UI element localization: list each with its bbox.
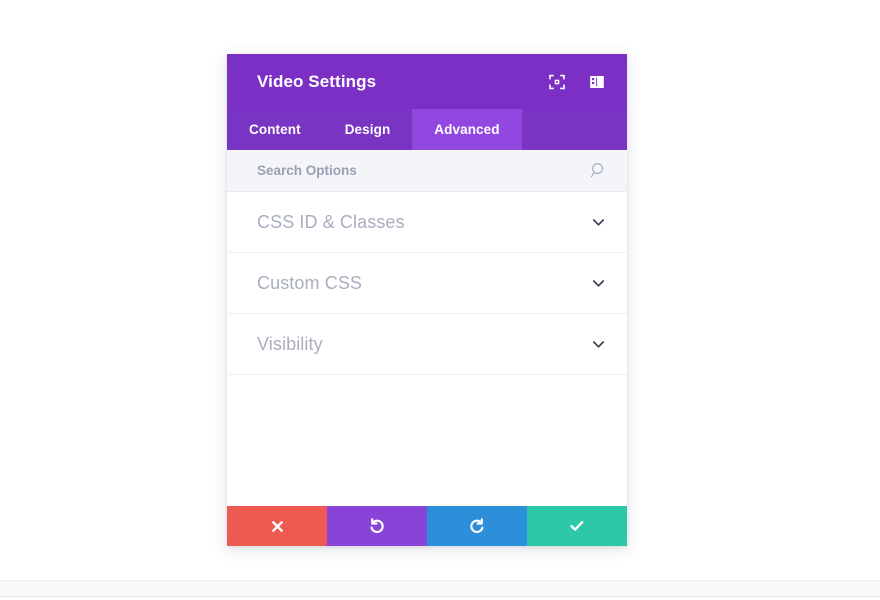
redo-arrow-icon bbox=[468, 517, 486, 535]
layout-panel-icon bbox=[589, 74, 605, 90]
undo-button[interactable] bbox=[327, 506, 427, 546]
modal-footer bbox=[227, 506, 627, 546]
cancel-button[interactable] bbox=[227, 506, 327, 546]
section-visibility[interactable]: Visibility bbox=[227, 314, 627, 375]
video-settings-modal: Video Settings Content Design Advanced S… bbox=[227, 54, 627, 546]
section-label: Custom CSS bbox=[257, 272, 363, 293]
page-title: Video Settings bbox=[257, 71, 377, 91]
undo-arrow-icon bbox=[368, 517, 386, 535]
page-bottom-strip bbox=[0, 580, 880, 597]
search-icon[interactable] bbox=[589, 162, 607, 180]
layout-panel-button[interactable] bbox=[587, 72, 607, 92]
redo-button[interactable] bbox=[427, 506, 527, 546]
section-label: CSS ID & Classes bbox=[257, 211, 405, 232]
focus-target-button[interactable] bbox=[547, 72, 567, 92]
tab-content[interactable]: Content bbox=[227, 109, 323, 150]
tab-bar-filler bbox=[522, 109, 627, 150]
modal-header: Video Settings bbox=[227, 54, 627, 109]
save-button[interactable] bbox=[527, 506, 627, 546]
tab-bar: Content Design Advanced bbox=[227, 109, 627, 150]
checkmark-icon bbox=[568, 517, 586, 535]
section-css-id-and-classes[interactable]: CSS ID & Classes bbox=[227, 192, 627, 253]
tab-design[interactable]: Design bbox=[323, 109, 413, 150]
close-x-icon bbox=[270, 519, 285, 534]
chevron-down-icon[interactable] bbox=[589, 213, 607, 231]
focus-target-icon bbox=[549, 74, 565, 90]
search-input[interactable] bbox=[257, 163, 589, 178]
tab-advanced[interactable]: Advanced bbox=[412, 109, 522, 150]
search-options-row[interactable] bbox=[227, 150, 627, 192]
chevron-down-icon[interactable] bbox=[589, 274, 607, 292]
settings-sections-list: CSS ID & Classes Custom CSS Visibility bbox=[227, 192, 627, 506]
section-custom-css[interactable]: Custom CSS bbox=[227, 253, 627, 314]
section-label: Visibility bbox=[257, 333, 323, 354]
chevron-down-icon[interactable] bbox=[589, 335, 607, 353]
header-actions bbox=[547, 72, 607, 92]
